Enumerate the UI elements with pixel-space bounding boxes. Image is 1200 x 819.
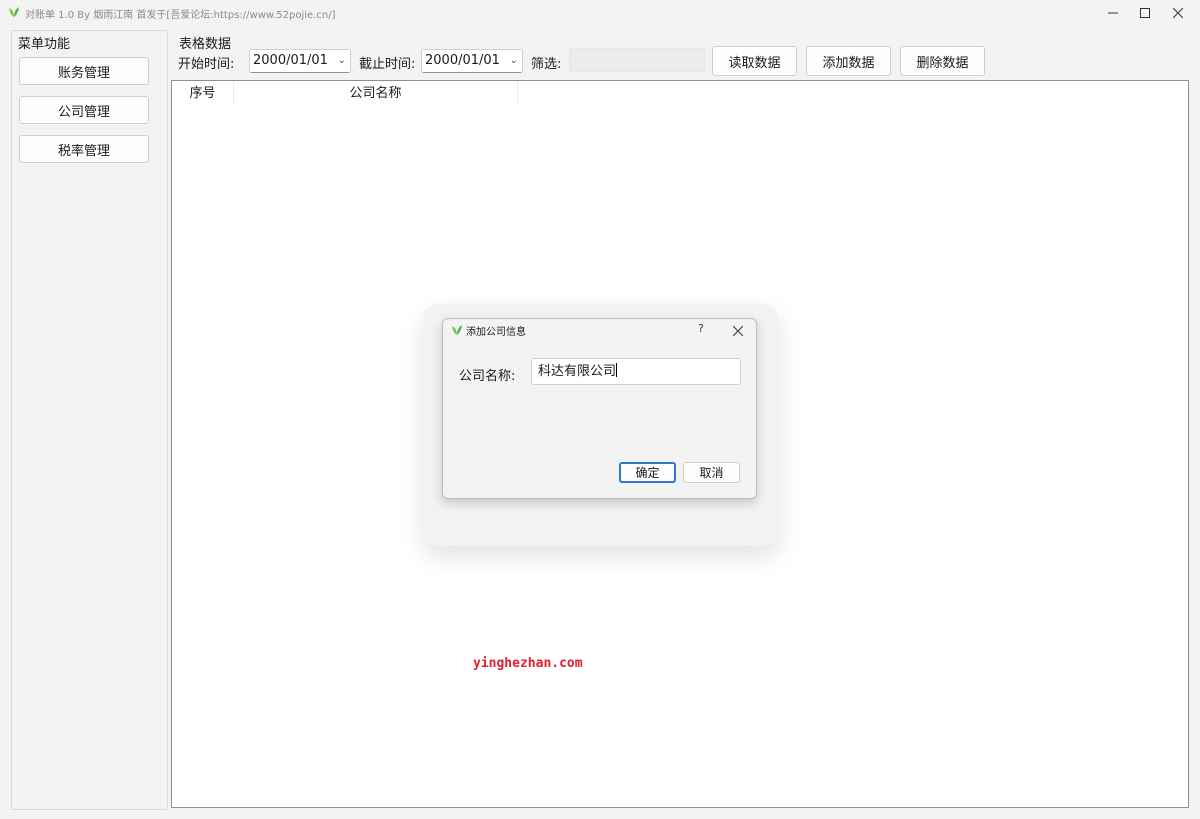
company-name-input[interactable]: 科达有限公司 (531, 358, 741, 385)
tax-rate-button[interactable]: 税率管理 (19, 135, 149, 163)
filter-label: 筛选: (531, 57, 562, 72)
end-time-label: 截止时间: (359, 57, 416, 72)
chevron-down-icon: ⌄ (509, 55, 518, 66)
company-name-label: 公司名称: (459, 369, 516, 384)
text-caret (616, 363, 618, 377)
table-section-title: 表格数据 (177, 33, 234, 52)
company-name-value: 科达有限公司 (538, 364, 617, 379)
filter-input[interactable] (569, 48, 705, 72)
start-date-picker[interactable]: 2000/01/01 ⌄ (249, 49, 351, 73)
menu-group-title: 菜单功能 (16, 33, 73, 52)
minimize-icon (1108, 12, 1118, 14)
app-leaf-icon (9, 7, 19, 17)
title-bar: 对账单 1.0 By 烟雨江南 首发于[吾爱论坛:https://www.52p… (0, 0, 1200, 26)
start-time-label: 开始时间: (178, 57, 235, 72)
menu-group: 菜单功能 账务管理 公司管理 税率管理 (11, 30, 168, 810)
dialog-close-button[interactable] (732, 320, 744, 340)
read-data-button[interactable]: 读取数据 (712, 46, 797, 76)
start-date-value: 2000/01/01 (253, 53, 328, 68)
dialog-title: 添加公司信息 (466, 327, 526, 338)
company-button[interactable]: 公司管理 (19, 96, 149, 124)
help-button[interactable]: ? (698, 322, 704, 335)
close-icon (732, 325, 744, 337)
column-header-index[interactable]: 序号 (172, 81, 234, 105)
end-date-value: 2000/01/01 (425, 53, 500, 68)
end-date-picker[interactable]: 2000/01/01 ⌄ (421, 49, 523, 73)
app-leaf-icon (452, 325, 462, 335)
ok-button[interactable]: 确定 (619, 462, 676, 483)
close-icon (1173, 8, 1183, 18)
column-header-company-name[interactable]: 公司名称 (234, 81, 518, 105)
add-data-button[interactable]: 添加数据 (806, 46, 891, 76)
maximize-icon (1140, 8, 1150, 18)
close-button[interactable] (1158, 0, 1198, 26)
chevron-down-icon: ⌄ (337, 55, 346, 66)
window-title: 对账单 1.0 By 烟雨江南 首发于[吾爱论坛:https://www.52p… (25, 10, 336, 21)
delete-data-button[interactable]: 删除数据 (900, 46, 985, 76)
cancel-button[interactable]: 取消 (683, 462, 740, 483)
watermark-text: yinghezhan.com (473, 656, 583, 671)
accounting-button[interactable]: 账务管理 (19, 57, 149, 85)
add-company-dialog: 添加公司信息 ? 公司名称: 科达有限公司 确定 取消 (442, 318, 757, 499)
